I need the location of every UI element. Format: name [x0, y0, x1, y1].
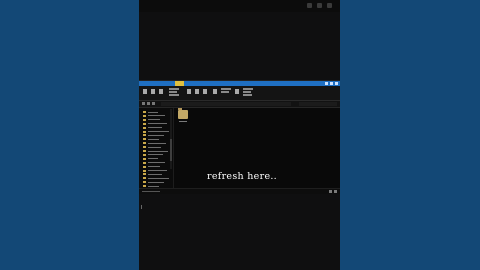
folder-icon	[143, 111, 146, 113]
nav-item-label	[148, 150, 168, 152]
nav-item[interactable]	[143, 122, 167, 125]
nav-item-label	[148, 134, 164, 136]
nav-item-label	[148, 115, 165, 117]
nav-item-label	[148, 166, 160, 168]
folder-icon	[143, 138, 146, 141]
nav-item[interactable]	[143, 173, 162, 176]
folder-icon	[143, 142, 146, 145]
folder-icon	[143, 169, 146, 172]
folder-icon	[143, 177, 146, 180]
nav-item-label	[148, 119, 160, 121]
nav-item-label	[148, 158, 158, 160]
nav-item-label	[148, 123, 167, 125]
mouse-cursor	[141, 205, 142, 209]
delete-icon[interactable]	[195, 89, 199, 94]
folder-icon	[178, 108, 188, 119]
nav-item-label	[148, 154, 163, 156]
more-icon[interactable]	[327, 3, 332, 8]
maximize-icon[interactable]	[330, 82, 333, 85]
move-icon[interactable]	[187, 89, 191, 94]
rename-icon[interactable]	[203, 89, 207, 94]
back-icon[interactable]	[142, 102, 145, 105]
cast-icon[interactable]	[307, 3, 312, 8]
folder-icon	[143, 157, 146, 160]
up-icon[interactable]	[152, 102, 155, 105]
nav-item[interactable]	[143, 157, 158, 160]
nav-item[interactable]	[143, 130, 169, 133]
nav-item-label	[148, 162, 165, 164]
nav-item[interactable]	[143, 111, 158, 113]
nav-item[interactable]	[143, 118, 160, 121]
folder-icon	[143, 185, 146, 188]
settings-icon[interactable]	[317, 3, 322, 8]
nav-item[interactable]	[143, 126, 162, 129]
open-group	[243, 88, 253, 96]
nav-item[interactable]	[143, 177, 169, 180]
nav-item-label	[148, 177, 169, 179]
properties-icon[interactable]	[235, 89, 239, 94]
path-input[interactable]	[161, 102, 291, 106]
folder-icon	[143, 161, 146, 164]
new-folder-icon[interactable]	[213, 89, 217, 94]
nav-item-label	[148, 127, 162, 129]
ribbon	[139, 86, 340, 101]
nav-item[interactable]	[143, 114, 165, 117]
folder-icon	[143, 122, 146, 125]
nav-item-label	[148, 181, 164, 183]
close-icon[interactable]	[335, 82, 338, 85]
nav-item[interactable]	[143, 185, 159, 188]
folder-icon	[143, 165, 146, 168]
top-bar	[139, 0, 340, 12]
nav-item-label	[148, 138, 159, 140]
search-input[interactable]	[299, 102, 337, 106]
nav-item[interactable]	[143, 181, 164, 184]
nav-scrollbar-thumb[interactable]	[170, 139, 172, 161]
paste-icon[interactable]	[159, 89, 163, 94]
folder-icon	[143, 134, 146, 137]
item-count	[142, 191, 160, 192]
nav-item-label	[148, 173, 162, 175]
nav-item[interactable]	[143, 146, 161, 149]
address-bar	[139, 101, 340, 108]
folder-icon	[143, 130, 146, 133]
folder-icon	[143, 126, 146, 129]
folder-icon	[143, 114, 146, 117]
nav-item[interactable]	[143, 165, 160, 168]
new-group	[221, 88, 231, 93]
folder-item[interactable]	[178, 108, 188, 124]
nav-item[interactable]	[143, 142, 166, 145]
video-caption: refresh here..	[207, 171, 277, 182]
clipboard-group	[169, 88, 179, 96]
folder-icon	[143, 173, 146, 176]
large-icons-view-icon[interactable]	[334, 190, 337, 193]
nav-item[interactable]	[143, 134, 164, 137]
folder-icon	[143, 153, 146, 156]
nav-item[interactable]	[143, 161, 165, 164]
nav-item-label	[148, 111, 158, 113]
nav-item-label	[148, 185, 159, 187]
pin-icon[interactable]	[143, 89, 147, 94]
nav-item-label	[148, 142, 166, 144]
folder-label	[179, 121, 187, 122]
nav-item-label	[148, 131, 169, 132]
folder-icon	[143, 146, 146, 149]
folder-icon	[143, 150, 146, 152]
status-bar	[139, 188, 340, 194]
folder-icon	[143, 118, 146, 121]
details-view-icon[interactable]	[329, 190, 332, 193]
nav-item[interactable]	[143, 169, 167, 172]
minimize-icon[interactable]	[325, 82, 328, 85]
video-frame: refresh here..	[139, 0, 340, 270]
forward-icon[interactable]	[147, 102, 150, 105]
nav-item[interactable]	[143, 150, 168, 152]
folder-icon	[143, 181, 146, 184]
nav-item-label	[148, 170, 167, 171]
nav-item[interactable]	[143, 153, 163, 156]
copy-icon[interactable]	[151, 89, 155, 94]
nav-item[interactable]	[143, 138, 159, 141]
nav-item-label	[148, 146, 161, 148]
navigation-pane	[139, 108, 174, 188]
